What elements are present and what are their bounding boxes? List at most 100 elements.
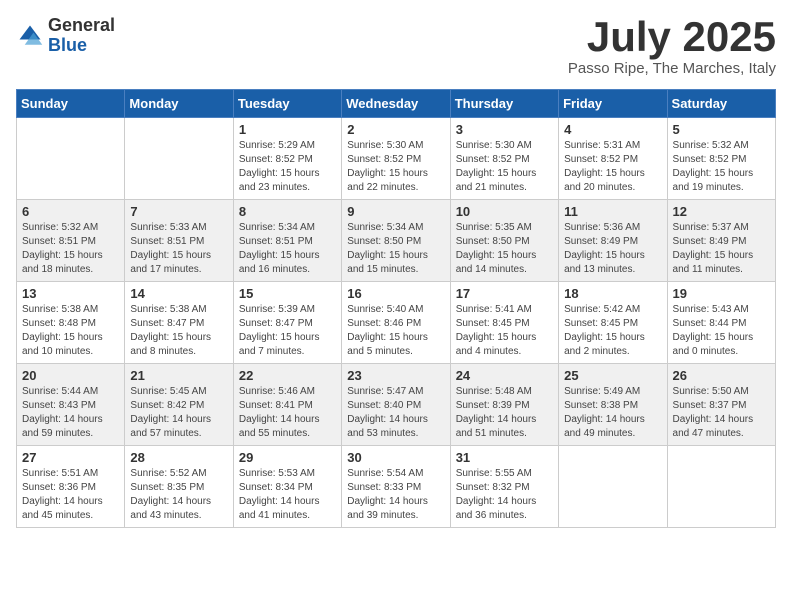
cell-content: Sunrise: 5:48 AM Sunset: 8:39 PM Dayligh… [456, 385, 553, 441]
calendar-cell: 7 Sunrise: 5:33 AM Sunset: 8:51 PM Daylig… [125, 200, 233, 282]
day-number: 20 [22, 368, 119, 383]
calendar-week-5: 27Sunrise: 5:51 AM Sunset: 8:36 PM Dayli… [17, 446, 776, 528]
cell-content: Sunrise: 5:47 AM Sunset: 8:40 PM Dayligh… [347, 385, 444, 441]
header-monday: Monday [125, 90, 233, 118]
cell-content: Sunrise: 5:49 AM Sunset: 8:38 PM Dayligh… [564, 385, 661, 441]
cell-content: Sunrise: 5:50 AM Sunset: 8:37 PM Dayligh… [673, 385, 770, 441]
cell-content: Sunrise: 5:39 AM Sunset: 8:47 PM Dayligh… [239, 303, 336, 359]
cell-content: Sunrise: 5:30 AM Sunset: 8:52 PM Dayligh… [456, 139, 553, 195]
cell-content: Sunrise: 5:32 AM Sunset: 8:52 PM Dayligh… [673, 139, 770, 195]
calendar-cell: 30 Sunrise: 5:54 AM Sunset: 8:33 PM Dayli… [342, 446, 450, 528]
cell-content: Sunrise: 5:43 AM Sunset: 8:44 PM Dayligh… [673, 303, 770, 359]
calendar-week-2: 6 Sunrise: 5:32 AM Sunset: 8:51 PM Daylig… [17, 200, 776, 282]
cell-content: Sunrise: 5:54 AM Sunset: 8:33 PM Dayligh… [347, 467, 444, 523]
cell-content: Sunrise: 5:52 AM Sunset: 8:35 PM Dayligh… [130, 467, 227, 523]
calendar-cell: 20Sunrise: 5:44 AM Sunset: 8:43 PM Dayli… [17, 364, 125, 446]
day-number: 5 [673, 122, 770, 137]
header-thursday: Thursday [450, 90, 558, 118]
day-number: 21 [130, 368, 227, 383]
calendar-cell: 21 Sunrise: 5:45 AM Sunset: 8:42 PM Dayli… [125, 364, 233, 446]
logo-icon [16, 22, 44, 50]
calendar-cell: 27Sunrise: 5:51 AM Sunset: 8:36 PM Dayli… [17, 446, 125, 528]
cell-content: Sunrise: 5:45 AM Sunset: 8:42 PM Dayligh… [130, 385, 227, 441]
month-title: July 2025 [568, 16, 776, 58]
cell-content: Sunrise: 5:32 AM Sunset: 8:51 PM Dayligh… [22, 221, 119, 277]
calendar-cell: 22Sunrise: 5:46 AM Sunset: 8:41 PM Dayli… [233, 364, 341, 446]
day-number: 3 [456, 122, 553, 137]
cell-content: Sunrise: 5:37 AM Sunset: 8:49 PM Dayligh… [673, 221, 770, 277]
day-number: 19 [673, 286, 770, 301]
cell-content: Sunrise: 5:53 AM Sunset: 8:34 PM Dayligh… [239, 467, 336, 523]
day-number: 28 [130, 450, 227, 465]
logo-general: General [48, 16, 115, 36]
day-number: 10 [456, 204, 553, 219]
cell-content: Sunrise: 5:30 AM Sunset: 8:52 PM Dayligh… [347, 139, 444, 195]
calendar-cell: 18Sunrise: 5:42 AM Sunset: 8:45 PM Dayli… [559, 282, 667, 364]
logo: General Blue [16, 16, 115, 56]
day-number: 17 [456, 286, 553, 301]
day-number: 29 [239, 450, 336, 465]
day-number: 26 [673, 368, 770, 383]
cell-content: Sunrise: 5:34 AM Sunset: 8:50 PM Dayligh… [347, 221, 444, 277]
calendar-cell: 5 Sunrise: 5:32 AM Sunset: 8:52 PM Daylig… [667, 118, 775, 200]
day-number: 16 [347, 286, 444, 301]
calendar-cell [125, 118, 233, 200]
cell-content: Sunrise: 5:29 AM Sunset: 8:52 PM Dayligh… [239, 139, 336, 195]
cell-content: Sunrise: 5:34 AM Sunset: 8:51 PM Dayligh… [239, 221, 336, 277]
cell-content: Sunrise: 5:31 AM Sunset: 8:52 PM Dayligh… [564, 139, 661, 195]
day-number: 7 [130, 204, 227, 219]
calendar-cell: 31 Sunrise: 5:55 AM Sunset: 8:32 PM Dayli… [450, 446, 558, 528]
calendar-cell: 24 Sunrise: 5:48 AM Sunset: 8:39 PM Dayli… [450, 364, 558, 446]
calendar-cell: 4Sunrise: 5:31 AM Sunset: 8:52 PM Daylig… [559, 118, 667, 200]
day-number: 13 [22, 286, 119, 301]
cell-content: Sunrise: 5:38 AM Sunset: 8:48 PM Dayligh… [22, 303, 119, 359]
title-section: July 2025 Passo Ripe, The Marches, Italy [568, 16, 776, 77]
header-tuesday: Tuesday [233, 90, 341, 118]
day-number: 31 [456, 450, 553, 465]
day-number: 6 [22, 204, 119, 219]
calendar: SundayMondayTuesdayWednesdayThursdayFrid… [16, 89, 776, 528]
day-number: 24 [456, 368, 553, 383]
day-number: 14 [130, 286, 227, 301]
calendar-cell: 13 Sunrise: 5:38 AM Sunset: 8:48 PM Dayli… [17, 282, 125, 364]
calendar-cell [559, 446, 667, 528]
calendar-cell [667, 446, 775, 528]
calendar-cell: 23 Sunrise: 5:47 AM Sunset: 8:40 PM Dayli… [342, 364, 450, 446]
calendar-cell [17, 118, 125, 200]
calendar-cell: 15Sunrise: 5:39 AM Sunset: 8:47 PM Dayli… [233, 282, 341, 364]
cell-content: Sunrise: 5:35 AM Sunset: 8:50 PM Dayligh… [456, 221, 553, 277]
calendar-cell: 19 Sunrise: 5:43 AM Sunset: 8:44 PM Dayli… [667, 282, 775, 364]
calendar-cell: 8Sunrise: 5:34 AM Sunset: 8:51 PM Daylig… [233, 200, 341, 282]
calendar-cell: 10 Sunrise: 5:35 AM Sunset: 8:50 PM Dayli… [450, 200, 558, 282]
cell-content: Sunrise: 5:33 AM Sunset: 8:51 PM Dayligh… [130, 221, 227, 277]
logo-text: General Blue [48, 16, 115, 56]
cell-content: Sunrise: 5:46 AM Sunset: 8:41 PM Dayligh… [239, 385, 336, 441]
cell-content: Sunrise: 5:40 AM Sunset: 8:46 PM Dayligh… [347, 303, 444, 359]
cell-content: Sunrise: 5:36 AM Sunset: 8:49 PM Dayligh… [564, 221, 661, 277]
day-number: 9 [347, 204, 444, 219]
calendar-week-3: 13 Sunrise: 5:38 AM Sunset: 8:48 PM Dayli… [17, 282, 776, 364]
calendar-cell: 3 Sunrise: 5:30 AM Sunset: 8:52 PM Daylig… [450, 118, 558, 200]
calendar-cell: 28 Sunrise: 5:52 AM Sunset: 8:35 PM Dayli… [125, 446, 233, 528]
calendar-cell: 29 Sunrise: 5:53 AM Sunset: 8:34 PM Dayli… [233, 446, 341, 528]
calendar-cell: 14Sunrise: 5:38 AM Sunset: 8:47 PM Dayli… [125, 282, 233, 364]
calendar-week-4: 20Sunrise: 5:44 AM Sunset: 8:43 PM Dayli… [17, 364, 776, 446]
day-number: 2 [347, 122, 444, 137]
day-number: 1 [239, 122, 336, 137]
header-saturday: Saturday [667, 90, 775, 118]
cell-content: Sunrise: 5:55 AM Sunset: 8:32 PM Dayligh… [456, 467, 553, 523]
day-number: 12 [673, 204, 770, 219]
day-number: 23 [347, 368, 444, 383]
calendar-cell: 17Sunrise: 5:41 AM Sunset: 8:45 PM Dayli… [450, 282, 558, 364]
day-number: 30 [347, 450, 444, 465]
calendar-cell: 26 Sunrise: 5:50 AM Sunset: 8:37 PM Dayli… [667, 364, 775, 446]
calendar-cell: 6 Sunrise: 5:32 AM Sunset: 8:51 PM Daylig… [17, 200, 125, 282]
calendar-cell: 12 Sunrise: 5:37 AM Sunset: 8:49 PM Dayli… [667, 200, 775, 282]
calendar-cell: 1 Sunrise: 5:29 AM Sunset: 8:52 PM Daylig… [233, 118, 341, 200]
calendar-cell: 16 Sunrise: 5:40 AM Sunset: 8:46 PM Dayli… [342, 282, 450, 364]
location: Passo Ripe, The Marches, Italy [568, 60, 776, 77]
calendar-cell: 9 Sunrise: 5:34 AM Sunset: 8:50 PM Daylig… [342, 200, 450, 282]
day-number: 25 [564, 368, 661, 383]
day-number: 11 [564, 204, 661, 219]
header-sunday: Sunday [17, 90, 125, 118]
